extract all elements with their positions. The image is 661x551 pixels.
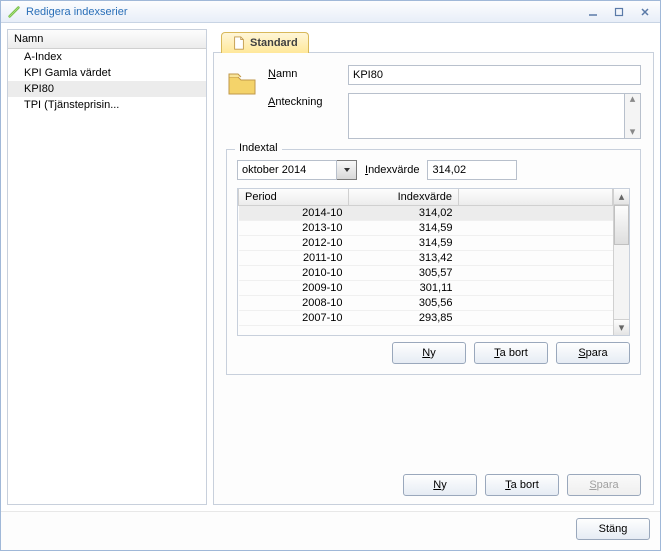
col-period[interactable]: Period bbox=[239, 189, 349, 206]
index-table[interactable]: Period Indexvärde 2014-10314,022013-1031… bbox=[238, 189, 613, 335]
table-row[interactable]: 2007-10293,85 bbox=[239, 311, 613, 326]
table-row[interactable]: 2012-10314,59 bbox=[239, 236, 613, 251]
sidebar-item[interactable]: KPI Gamla värdet bbox=[8, 65, 206, 81]
note-textarea[interactable] bbox=[348, 93, 625, 139]
tab-row: Standard bbox=[213, 29, 654, 53]
main-delete-button[interactable]: Ta bort bbox=[485, 474, 559, 496]
indexvalue-label: Indexvärde bbox=[365, 164, 419, 176]
sidebar-header: Namn bbox=[8, 30, 206, 49]
footer: Stäng bbox=[1, 511, 660, 550]
table-row[interactable]: 2011-10313,42 bbox=[239, 251, 613, 266]
indexvalue-input[interactable] bbox=[427, 160, 517, 180]
note-label: Anteckning bbox=[268, 93, 338, 108]
fieldset-delete-button[interactable]: Ta bort bbox=[474, 342, 548, 364]
sidebar-item[interactable]: A-Index bbox=[8, 49, 206, 65]
fieldset-legend: Indextal bbox=[235, 142, 282, 154]
period-combo-button[interactable] bbox=[337, 160, 357, 180]
period-combo-input[interactable] bbox=[237, 160, 337, 180]
tab-standard[interactable]: Standard bbox=[221, 32, 309, 53]
scroll-track[interactable] bbox=[614, 245, 629, 319]
tab-label: Standard bbox=[250, 37, 298, 49]
scroll-up-button[interactable]: ▴ bbox=[614, 189, 629, 205]
textarea-scrollbar[interactable]: ▴ ▾ bbox=[625, 93, 641, 139]
table-row[interactable]: 2010-10305,57 bbox=[239, 266, 613, 281]
scroll-down-button[interactable]: ▾ bbox=[614, 319, 629, 335]
document-icon bbox=[232, 36, 246, 50]
chevron-down-icon bbox=[343, 166, 351, 174]
window-title: Redigera indexserier bbox=[26, 6, 128, 18]
minimize-button[interactable] bbox=[584, 5, 602, 19]
name-label: Namn bbox=[268, 65, 338, 80]
scroll-up-icon: ▴ bbox=[630, 94, 636, 105]
table-row[interactable]: 2013-10314,59 bbox=[239, 221, 613, 236]
table-row[interactable]: 2009-10301,11 bbox=[239, 281, 613, 296]
scroll-down-icon: ▾ bbox=[630, 127, 636, 138]
sidebar-item[interactable]: TPI (Tjänsteprisin... bbox=[8, 97, 206, 113]
table-scrollbar[interactable]: ▴ ▾ bbox=[613, 189, 629, 335]
table-row[interactable]: 2008-10305,56 bbox=[239, 296, 613, 311]
main-save-button: Spara bbox=[567, 474, 641, 496]
fieldset-save-button[interactable]: Spara bbox=[556, 342, 630, 364]
main-panel: Namn Anteckning ▴ ▾ bbox=[213, 53, 654, 505]
main-new-button[interactable]: Ny bbox=[403, 474, 477, 496]
col-value[interactable]: Indexvärde bbox=[349, 189, 459, 206]
folder-icon bbox=[226, 67, 258, 99]
table-row[interactable]: 2014-10314,02 bbox=[239, 206, 613, 221]
close-window-button[interactable] bbox=[636, 5, 654, 19]
sidebar-item[interactable]: KPI80 bbox=[8, 81, 206, 97]
maximize-button[interactable] bbox=[610, 5, 628, 19]
sidebar: Namn A-IndexKPI Gamla värdetKPI80TPI (Tj… bbox=[7, 29, 207, 505]
close-button[interactable]: Stäng bbox=[576, 518, 650, 540]
period-combo[interactable] bbox=[237, 160, 357, 180]
name-input[interactable] bbox=[348, 65, 641, 85]
fieldset-new-button[interactable]: Ny bbox=[392, 342, 466, 364]
app-icon bbox=[7, 5, 21, 19]
sidebar-list: A-IndexKPI Gamla värdetKPI80TPI (Tjänste… bbox=[8, 49, 206, 504]
titlebar: Redigera indexserier bbox=[1, 1, 660, 23]
indextal-fieldset: Indextal Indexvärde bbox=[226, 149, 641, 375]
col-spacer bbox=[459, 189, 613, 206]
scroll-thumb[interactable] bbox=[614, 205, 629, 245]
